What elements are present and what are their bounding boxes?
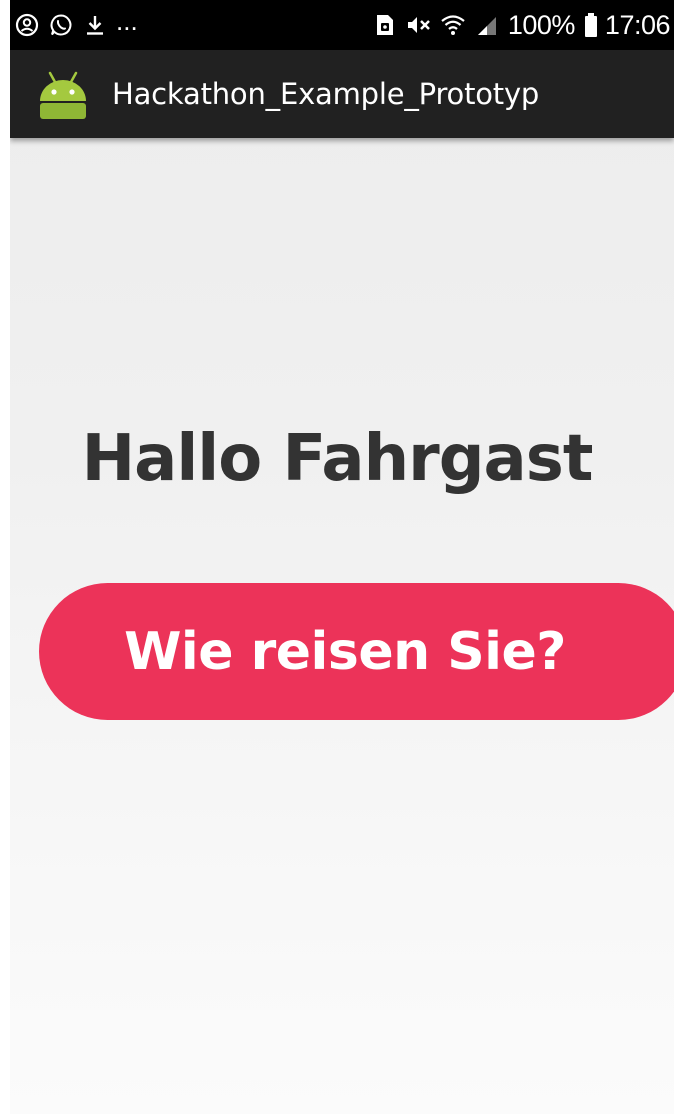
android-robot-icon [36, 67, 90, 121]
sim-card-icon [372, 10, 398, 40]
greeting-heading: Hallo Fahrgast [81, 422, 594, 496]
battery-percentage: 100% [507, 9, 576, 40]
mute-icon [406, 10, 432, 40]
action-bar: Hackathon_Example_Prototyp [10, 50, 674, 138]
status-bar-right: 100% 17:06 [372, 9, 671, 41]
status-bar-left: ... [14, 6, 138, 40]
status-overflow-indicator: ... [116, 6, 138, 36]
status-bar: ... 100% 17:06 [10, 0, 674, 50]
status-time: 17:06 [604, 9, 671, 40]
app-title: Hackathon_Example_Prototyp [112, 77, 540, 111]
account-circle-icon [14, 10, 40, 40]
download-icon [82, 10, 108, 40]
travel-mode-button[interactable]: Wie reisen Sie? [39, 583, 674, 720]
whatsapp-icon [48, 10, 74, 40]
wifi-icon [440, 10, 466, 40]
battery-icon [583, 10, 599, 40]
app-screen: ... 100% 17:06 Hackathon_Example_Prototy… [10, 0, 674, 1114]
travel-mode-button-label: Wie reisen Sie? [124, 621, 566, 682]
cell-signal-icon [474, 10, 500, 40]
